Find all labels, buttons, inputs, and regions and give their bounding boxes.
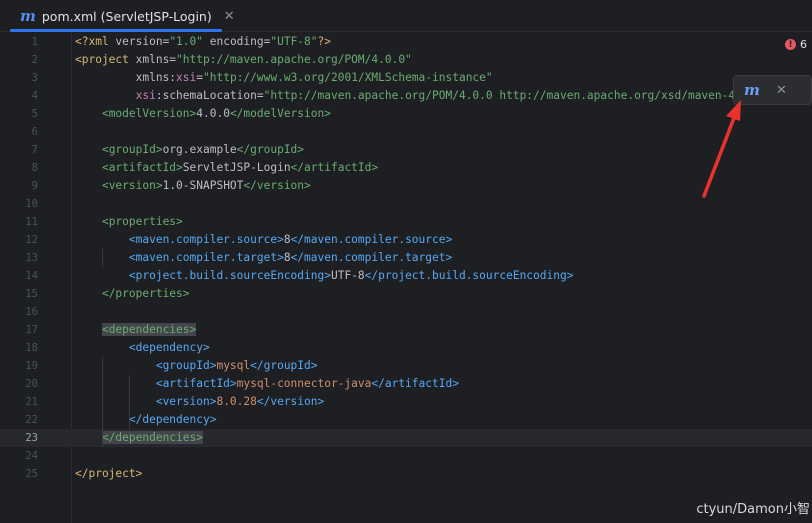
annotation-arrow <box>702 100 741 198</box>
watermark: ctyun/Damon小智 <box>696 502 810 517</box>
